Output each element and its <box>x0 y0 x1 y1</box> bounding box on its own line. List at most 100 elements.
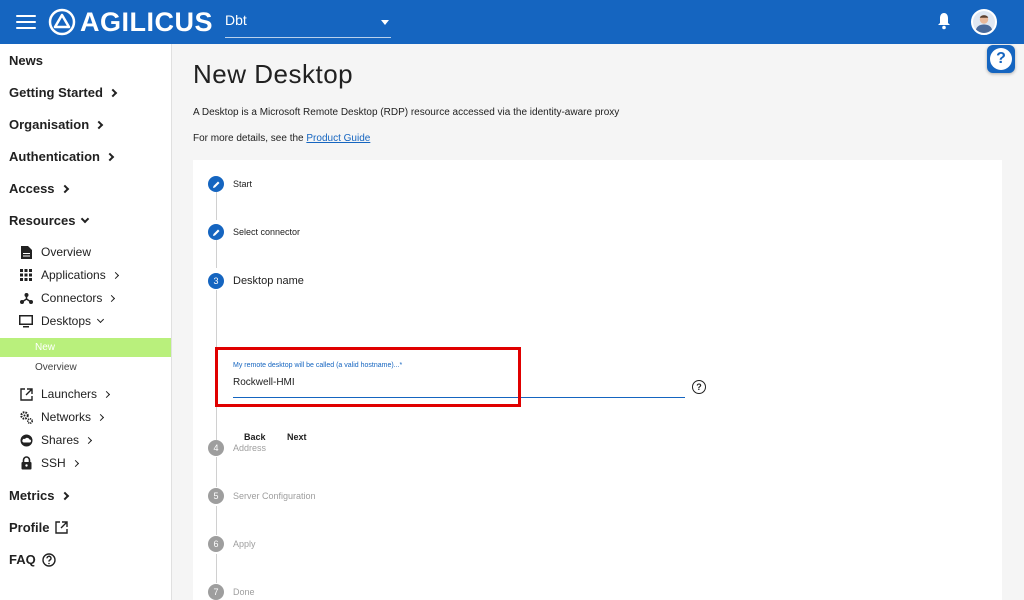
bell-icon[interactable] <box>937 12 951 30</box>
sidebar-item-label: Overview <box>41 245 92 259</box>
connector-icon <box>19 291 33 305</box>
pencil-icon <box>208 224 224 240</box>
step-number: 7 <box>208 584 224 600</box>
launch-icon <box>19 387 33 401</box>
monitor-icon <box>19 314 33 328</box>
chevron-down-icon <box>81 214 90 224</box>
help-circle-icon[interactable]: ? <box>692 380 706 394</box>
logo-text: AGILICUS <box>80 6 214 37</box>
sidebar-item-label: Getting Started <box>9 85 103 100</box>
sidebar-item-label: Profile <box>9 520 50 535</box>
pencil-icon <box>208 176 224 192</box>
step-number: 6 <box>208 536 224 552</box>
sidebar-item-resources[interactable]: Resources <box>9 213 90 228</box>
agilicus-logo-icon <box>48 8 76 36</box>
chevron-right-icon <box>108 88 118 97</box>
user-avatar[interactable] <box>971 9 997 35</box>
chevron-right-icon <box>84 436 93 444</box>
step-label: Start <box>233 179 253 189</box>
sidebar-item-networks[interactable]: Networks <box>19 410 105 424</box>
sidebar-item-label: Authentication <box>9 149 100 164</box>
step-start[interactable]: Start <box>208 176 252 192</box>
sidebar: News Getting Started Organisation Authen… <box>0 44 172 600</box>
top-app-bar: AGILICUS Dbt <box>0 0 1024 44</box>
step-label: Desktop name <box>233 275 304 287</box>
sidebar-item-label: Shares <box>41 433 80 447</box>
sidebar-item-label: Launchers <box>41 387 98 401</box>
chevron-right-icon <box>94 120 104 129</box>
sidebar-item-news[interactable]: News <box>9 53 43 68</box>
product-guide-text: For more details, see the Product Guide <box>193 133 370 144</box>
avatar-image <box>973 11 995 33</box>
stepper-card: Start Select connector 3 Desktop name My… <box>193 160 1002 600</box>
sidebar-item-shares[interactable]: Shares <box>19 433 93 447</box>
next-button[interactable]: Next <box>287 432 307 442</box>
organisation-select[interactable]: Dbt <box>225 10 391 38</box>
sidebar-item-organisation[interactable]: Organisation <box>9 117 104 132</box>
document-icon <box>19 245 33 259</box>
lock-icon <box>19 456 33 470</box>
sidebar-item-label: Networks <box>41 410 92 424</box>
sidebar-item-label: Desktops <box>41 314 92 328</box>
organisation-select-value: Dbt <box>225 12 247 28</box>
more-details-text: For more details, see the <box>193 133 307 144</box>
sidebar-item-resources-overview[interactable]: Overview <box>19 245 91 259</box>
chevron-down-icon <box>96 315 105 324</box>
step-number: 4 <box>208 440 224 456</box>
help-circle-icon <box>42 552 56 567</box>
sidebar-item-desktops-overview[interactable]: Overview <box>0 358 171 377</box>
chevron-right-icon <box>60 491 69 500</box>
sidebar-item-authentication[interactable]: Authentication <box>9 149 115 164</box>
main-content: New Desktop A Desktop is a Microsoft Rem… <box>172 44 1024 600</box>
sidebar-item-label: Organisation <box>9 117 90 132</box>
step-label: Select connector <box>233 227 301 237</box>
sidebar-item-getting-started[interactable]: Getting Started <box>9 85 118 100</box>
sidebar-item-label: Access <box>9 181 55 196</box>
sidebar-item-faq[interactable]: FAQ <box>9 552 56 567</box>
sidebar-item-desktops-new[interactable]: New <box>0 338 171 357</box>
step-connector-line <box>216 457 217 487</box>
apps-grid-icon <box>19 268 33 282</box>
step-apply[interactable]: 6 Apply <box>208 536 256 552</box>
sidebar-item-desktops[interactable]: Desktops <box>19 314 105 328</box>
chevron-right-icon <box>105 152 115 161</box>
sidebar-item-connectors[interactable]: Connectors <box>19 291 116 305</box>
step-connector-line <box>216 192 217 220</box>
sidebar-item-ssh[interactable]: SSH <box>19 456 79 470</box>
step-done[interactable]: 7 Done <box>208 584 255 600</box>
sidebar-item-applications[interactable]: Applications <box>19 268 119 282</box>
step-server-configuration[interactable]: 5 Server Configuration <box>208 488 316 504</box>
step-label: Apply <box>233 539 256 549</box>
product-guide-link[interactable]: Product Guide <box>306 133 370 144</box>
chevron-right-icon <box>103 390 111 398</box>
step-desktop-name[interactable]: 3 Desktop name <box>208 273 304 289</box>
gears-icon <box>19 410 33 424</box>
step-label: Server Configuration <box>233 491 316 501</box>
sidebar-item-access[interactable]: Access <box>9 181 69 196</box>
logo[interactable]: AGILICUS <box>48 7 213 38</box>
chevron-right-icon <box>71 459 79 467</box>
sidebar-item-label: FAQ <box>9 552 36 567</box>
chevron-right-icon <box>96 413 105 421</box>
step-address[interactable]: 4 Address <box>208 440 266 456</box>
dropdown-arrow-icon <box>381 20 389 25</box>
step-connector-line <box>216 554 217 583</box>
menu-icon[interactable] <box>16 15 36 29</box>
page-description: A Desktop is a Microsoft Remote Desktop … <box>193 107 620 118</box>
sidebar-item-label: Applications <box>41 268 106 282</box>
open-in-new-icon <box>55 521 69 534</box>
chevron-right-icon <box>111 271 119 279</box>
sidebar-item-label: SSH <box>41 456 66 470</box>
sidebar-item-metrics[interactable]: Metrics <box>9 488 69 503</box>
sidebar-item-launchers[interactable]: Launchers <box>19 387 111 401</box>
step-number: 3 <box>208 273 224 289</box>
sidebar-item-profile[interactable]: Profile <box>9 520 69 535</box>
step-label: Address <box>233 443 267 453</box>
sidebar-item-label: Resources <box>9 213 76 228</box>
cloud-icon <box>19 433 33 447</box>
step-number: 5 <box>208 488 224 504</box>
step-connector-line <box>216 506 217 535</box>
highlight-box <box>215 347 521 407</box>
sidebar-item-label: Metrics <box>9 488 55 503</box>
step-select-connector[interactable]: Select connector <box>208 224 300 240</box>
